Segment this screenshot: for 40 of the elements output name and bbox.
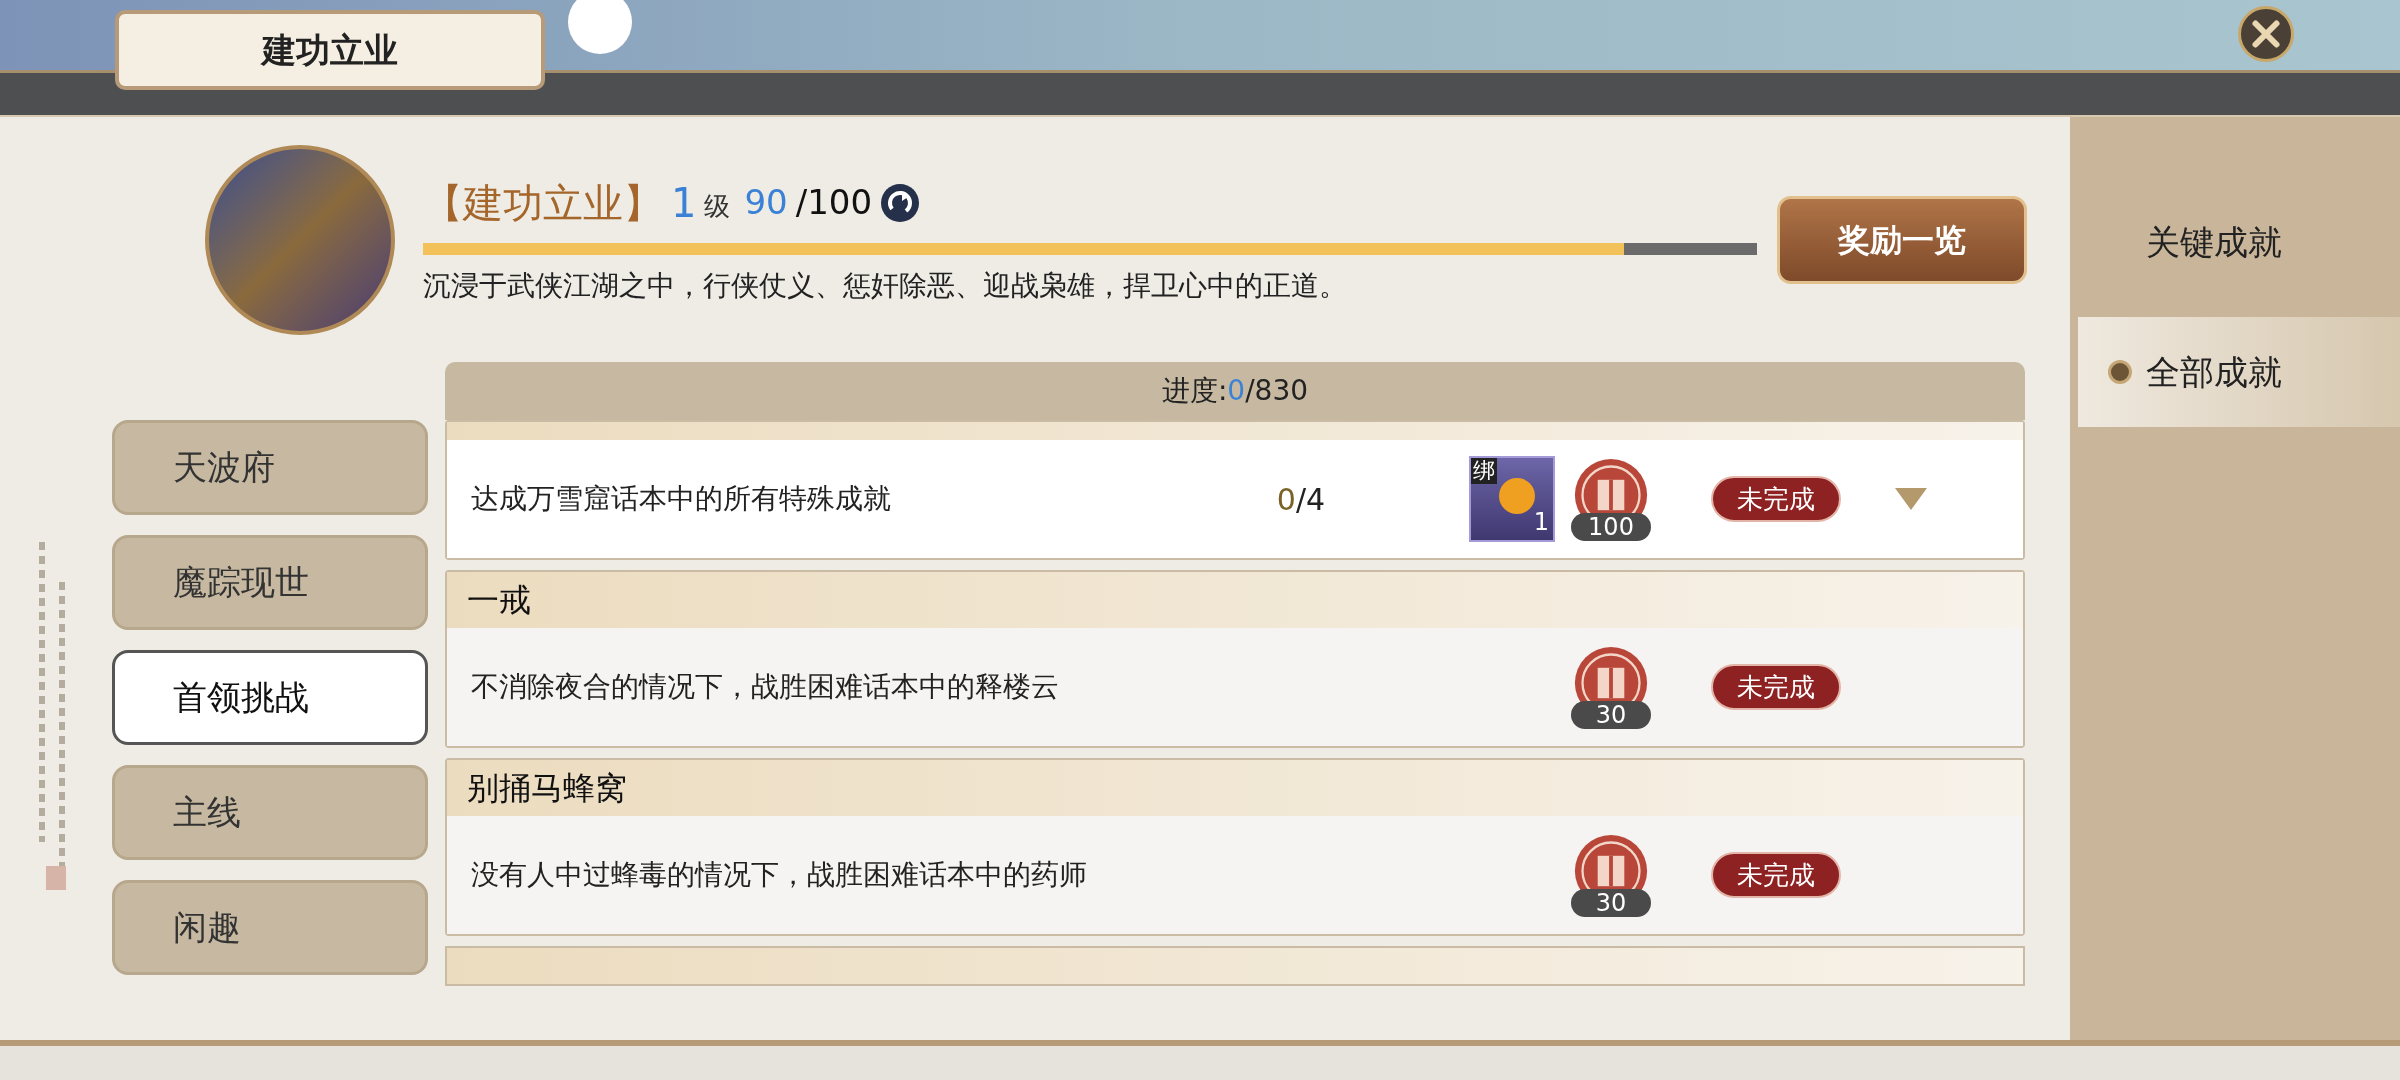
refresh-icon[interactable] <box>880 182 921 223</box>
coin-amount: 30 <box>1571 889 1651 917</box>
category-tab[interactable]: 闲趣 <box>112 880 428 975</box>
item-count: 1 <box>1533 507 1549 538</box>
achievement-name: 【建功立业】 <box>423 178 663 228</box>
caret-icon[interactable] <box>1895 488 1927 510</box>
points-total: /100 <box>795 181 873 224</box>
achievement-requirement: 不消除夜合的情况下，战胜困难话本中的释楼云 <box>471 669 1060 705</box>
category-tab[interactable]: 主线 <box>112 765 428 860</box>
achievement-requirement: 达成万雪窟话本中的所有特殊成就 <box>471 481 892 517</box>
level-unit: 级 <box>704 190 731 223</box>
close-button[interactable] <box>2238 6 2294 62</box>
close-icon <box>2251 19 2281 49</box>
category-tab[interactable]: 首领挑战 <box>112 650 428 745</box>
reward-list-button[interactable]: 奖励一览 <box>1777 195 2027 284</box>
card-title: 一戒 <box>467 580 531 621</box>
status-badge: 未完成 <box>1711 852 1841 898</box>
progress-total: /830 <box>1245 373 1309 409</box>
sidebar-tab[interactable]: 关键成就 <box>2078 187 2400 297</box>
coin-amount: 100 <box>1571 513 1651 541</box>
achievement-points: 90 <box>744 181 788 224</box>
reward-item[interactable]: 绑 1 <box>1469 456 1555 542</box>
moon-drawing <box>568 0 632 54</box>
achievement-requirement: 没有人中过蜂毒的情况下，战胜困难话本中的药师 <box>471 857 1088 893</box>
progress-label: 进度: <box>1161 373 1228 409</box>
progress-done: 0 <box>1227 373 1246 409</box>
sidebar-tab[interactable]: 全部成就 <box>2078 317 2400 427</box>
achievement-level: 1 <box>671 178 697 228</box>
status-badge: 未完成 <box>1711 476 1841 522</box>
task-count-done: 0 <box>1276 480 1296 519</box>
status-badge: 未完成 <box>1711 664 1841 710</box>
orb-icon <box>1499 478 1535 514</box>
page-title: 建功立业 <box>262 28 398 72</box>
card-title: 别捅马蜂窝 <box>467 768 627 809</box>
category-tab[interactable]: 天波府 <box>112 420 428 515</box>
task-count-total: /4 <box>1295 480 1326 519</box>
category-tab[interactable]: 魔踪现世 <box>112 535 428 630</box>
coin-amount: 30 <box>1571 701 1651 729</box>
achievement-description: 沉浸于武侠江湖之中，行侠仗义、惩奸除恶、迎战枭雄，捍卫心中的正道。 <box>423 267 1348 304</box>
bound-tag: 绑 <box>1471 458 1497 484</box>
